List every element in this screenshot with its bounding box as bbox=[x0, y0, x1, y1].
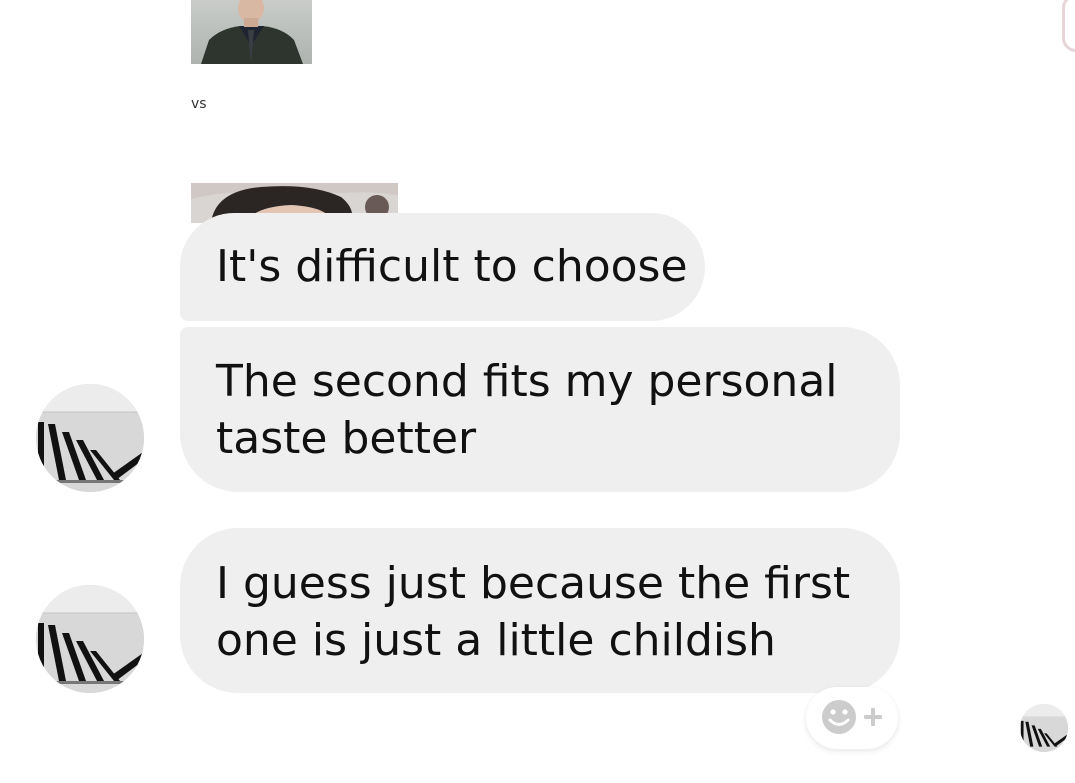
message-bubble[interactable]: It's difficult to choose bbox=[180, 213, 705, 321]
photo-1-image bbox=[191, 0, 312, 64]
avatar-domino-icon bbox=[36, 585, 144, 693]
message-bubble[interactable]: The second fits my personal taste better bbox=[180, 327, 900, 492]
separator-text: vs bbox=[191, 96, 207, 112]
edge-tab[interactable] bbox=[1062, 0, 1075, 52]
message-text-line: one is just a little childish bbox=[216, 615, 776, 666]
message-text-line: The second fits my personal bbox=[216, 356, 838, 407]
message-bubble[interactable]: I guess just because the first one is ju… bbox=[180, 528, 900, 693]
sender-avatar[interactable] bbox=[36, 585, 144, 693]
smiley-plus-icon bbox=[822, 700, 882, 734]
add-reaction-button[interactable] bbox=[806, 687, 898, 749]
message-text-line: I guess just because the first bbox=[216, 558, 851, 609]
attachment-photo-1[interactable] bbox=[191, 0, 312, 64]
avatar-domino-icon bbox=[1020, 704, 1068, 752]
message-text-line: It's difficult to choose bbox=[216, 241, 688, 292]
avatar-domino-icon bbox=[36, 384, 144, 492]
sender-avatar[interactable] bbox=[36, 384, 144, 492]
message-text-line: taste better bbox=[216, 413, 477, 464]
seen-receipt-avatar bbox=[1020, 704, 1068, 752]
